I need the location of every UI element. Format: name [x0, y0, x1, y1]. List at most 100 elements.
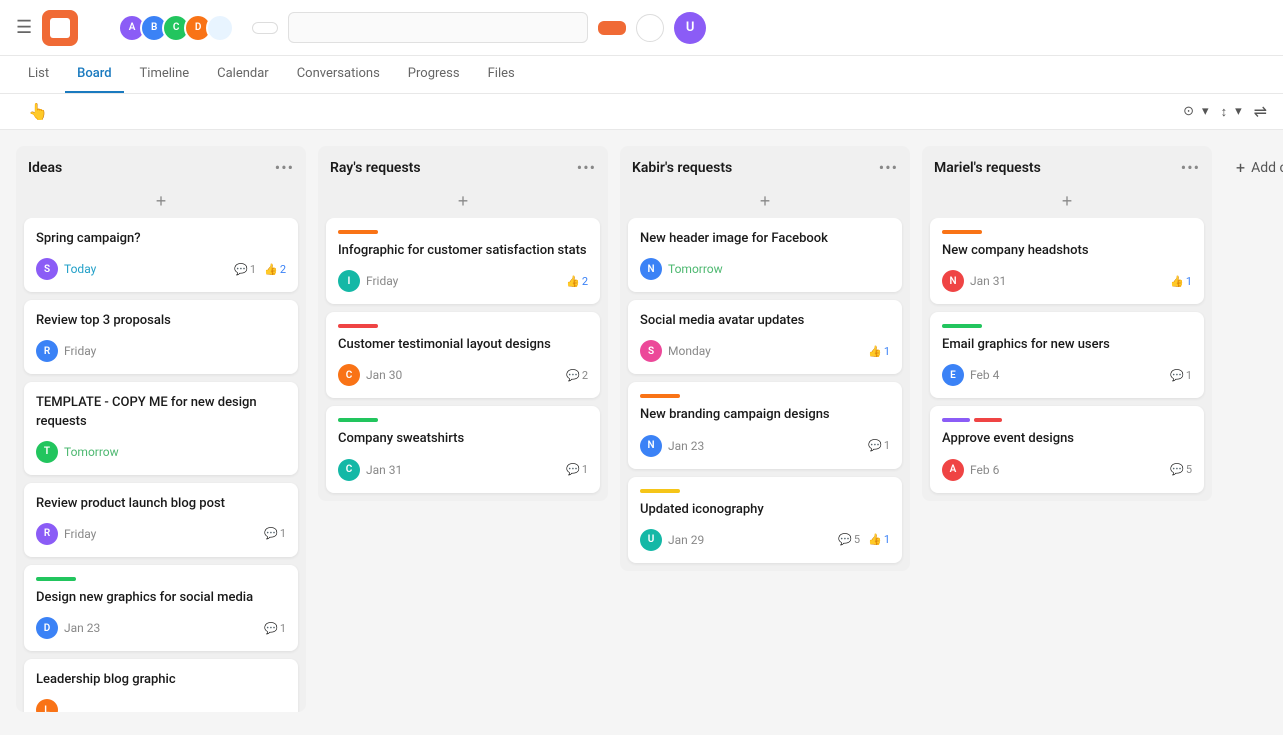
task-card[interactable]: Design new graphics for social mediaDJan… — [24, 565, 298, 651]
like-icon: 👍 — [566, 275, 580, 288]
column-more-icon[interactable]: ••• — [1181, 158, 1200, 177]
comment-count: 💬2 — [566, 369, 588, 382]
sort-button[interactable]: ↕ ▾ — [1221, 104, 1242, 120]
card-footer: AFeb 6💬5 — [942, 459, 1192, 481]
card-footer: UJan 29💬5👍1 — [640, 529, 890, 551]
card-footer: L — [36, 699, 286, 712]
tab-timeline[interactable]: Timeline — [128, 56, 202, 93]
share-button[interactable] — [252, 22, 278, 34]
nav-tabs: List Board Timeline Calendar Conversatio… — [0, 56, 1283, 94]
card-accent-bar — [338, 324, 378, 328]
like-icon: 👍 — [868, 533, 882, 546]
tab-list[interactable]: List — [16, 56, 61, 93]
like-count: 👍2 — [566, 275, 588, 288]
sort-chevron-icon: ▾ — [1235, 104, 1242, 119]
card-avatar: N — [640, 435, 662, 457]
subheader-controls: ⊙ ▾ ↕ ▾ ⇌ — [1183, 102, 1267, 121]
hamburger-menu[interactable]: ☰ — [16, 17, 32, 38]
comment-icon: 💬 — [868, 439, 882, 452]
comment-count: 💬5 — [838, 533, 860, 546]
task-card[interactable]: Review top 3 proposalsRFriday — [24, 300, 298, 374]
task-card[interactable]: Spring campaign?SToday💬1👍2 — [24, 218, 298, 292]
task-card[interactable]: Review product launch blog postRFriday💬1 — [24, 483, 298, 557]
search-input[interactable] — [288, 12, 588, 43]
like-number: 2 — [280, 263, 286, 276]
incomplete-tasks-filter[interactable]: ⊙ ▾ — [1183, 104, 1208, 119]
card-footer: RFriday💬1 — [36, 523, 286, 545]
comment-count: 💬1 — [566, 463, 588, 476]
like-count: 👍1 — [868, 345, 890, 358]
comment-count: 💬5 — [1170, 463, 1192, 476]
card-date: Jan 29 — [668, 533, 832, 547]
card-meta: 💬1 — [1170, 369, 1192, 382]
like-number: 1 — [884, 345, 890, 358]
task-card[interactable]: New header image for FacebookNTomorrow — [628, 218, 902, 292]
card-title: New company headshots — [942, 242, 1192, 260]
card-meta: 💬1 — [264, 527, 286, 540]
card-date: Friday — [64, 527, 258, 541]
card-avatar: U — [640, 529, 662, 551]
card-date: Friday — [64, 344, 280, 358]
card-title: New branding campaign designs — [640, 406, 890, 424]
card-date: Feb 6 — [970, 463, 1164, 477]
card-footer: SToday💬1👍2 — [36, 258, 286, 280]
card-date: Friday — [366, 274, 560, 288]
card-footer: CJan 31💬1 — [338, 459, 588, 481]
customize-button[interactable]: ⇌ — [1254, 102, 1267, 121]
tab-calendar[interactable]: Calendar — [205, 56, 281, 93]
card-avatar: S — [36, 258, 58, 280]
subheader: 👆 ⊙ ▾ ↕ ▾ ⇌ — [0, 94, 1283, 130]
task-card[interactable]: Customer testimonial layout designsCJan … — [326, 312, 600, 398]
comment-number: 5 — [1186, 463, 1192, 476]
task-card[interactable]: Approve event designsAFeb 6💬5 — [930, 406, 1204, 492]
like-count: 👍2 — [264, 263, 286, 276]
cursor-icon: 👆 — [28, 102, 48, 121]
task-card[interactable]: Company sweatshirts CJan 31💬1 — [326, 406, 600, 492]
card-date: Feb 4 — [970, 368, 1164, 382]
task-card[interactable]: Email graphics for new usersEFeb 4💬1 — [930, 312, 1204, 398]
task-card[interactable]: New branding campaign designsNJan 23💬1 — [628, 382, 902, 468]
card-date: Tomorrow — [64, 445, 280, 459]
card-accent-bars — [942, 418, 1192, 422]
column-more-icon[interactable]: ••• — [577, 158, 596, 177]
card-title: Social media avatar updates — [640, 312, 890, 330]
task-card[interactable]: Leadership blog graphicL — [24, 659, 298, 712]
card-accent-bar — [640, 394, 680, 398]
card-accent-bar — [942, 324, 982, 328]
add-card-button[interactable]: + — [620, 185, 910, 218]
help-button[interactable] — [636, 14, 664, 42]
card-title: Review top 3 proposals — [36, 312, 286, 330]
task-card[interactable]: TEMPLATE - COPY ME for new design reques… — [24, 382, 298, 474]
tab-progress[interactable]: Progress — [396, 56, 472, 93]
add-column-button[interactable]: +Add co — [1224, 146, 1283, 189]
column-more-icon[interactable]: ••• — [879, 158, 898, 177]
card-accent-bar — [338, 230, 378, 234]
column-more-icon[interactable]: ••• — [275, 158, 294, 177]
task-card[interactable]: Social media avatar updatesSMonday👍1 — [628, 300, 902, 374]
card-title: Email graphics for new users — [942, 336, 1192, 354]
task-card[interactable]: New company headshotsNJan 31👍1 — [930, 218, 1204, 304]
card-title: New header image for Facebook — [640, 230, 890, 248]
column-header: Mariel's requests••• — [922, 146, 1212, 185]
add-card-button[interactable]: + — [922, 185, 1212, 218]
task-card[interactable]: Updated iconographyUJan 29💬5👍1 — [628, 477, 902, 563]
comment-count: 💬1 — [264, 527, 286, 540]
task-card[interactable]: Infographic for customer satisfaction st… — [326, 218, 600, 304]
card-footer: EFeb 4💬1 — [942, 364, 1192, 386]
add-card-button[interactable]: + — [16, 185, 306, 218]
comment-icon: 💬 — [264, 527, 278, 540]
user-avatar[interactable]: U — [674, 12, 706, 44]
tab-files[interactable]: Files — [476, 56, 527, 93]
new-button[interactable] — [598, 21, 626, 35]
card-meta: 💬1👍2 — [234, 263, 286, 276]
tab-conversations[interactable]: Conversations — [285, 56, 392, 93]
avatar-count[interactable] — [206, 14, 234, 42]
card-avatar: I — [338, 270, 360, 292]
tab-board[interactable]: Board — [65, 56, 123, 93]
add-card-button[interactable]: + — [318, 185, 608, 218]
card-title: Company sweatshirts — [338, 430, 588, 448]
card-meta: 💬5👍1 — [838, 533, 890, 546]
card-footer: CJan 30💬2 — [338, 364, 588, 386]
card-title: TEMPLATE - COPY ME for new design reques… — [36, 394, 286, 430]
comment-icon: 💬 — [566, 369, 580, 382]
